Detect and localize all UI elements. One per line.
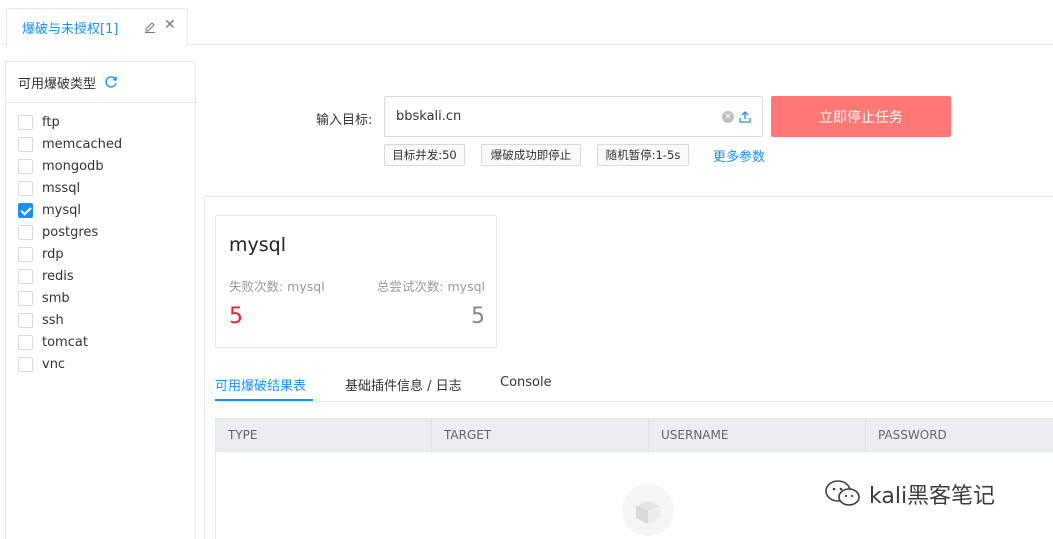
random-pause-tag[interactable]: 随机暂停:1-5s [597, 144, 689, 166]
tab-brute-force[interactable]: 爆破与未授权[1] ✕ [6, 8, 188, 46]
target-value: bbskali.cn [396, 109, 462, 124]
checkbox[interactable] [18, 356, 33, 372]
type-item-memcached[interactable]: memcached [6, 133, 195, 155]
brute-type-sidebar: 可用爆破类型 ftp memcached mongodb mssql mysql… [5, 61, 196, 539]
checkbox[interactable] [18, 224, 33, 240]
type-label: mysql [42, 202, 81, 218]
type-label: mongodb [42, 158, 104, 174]
more-params-link[interactable]: 更多参数 [713, 146, 765, 165]
brute-type-list: ftp memcached mongodb mssql mysql postgr… [6, 103, 195, 375]
type-item-vnc[interactable]: vnc [6, 353, 195, 375]
type-item-mysql[interactable]: mysql [6, 199, 195, 221]
checkbox[interactable] [18, 180, 33, 196]
table-header: TYPE TARGET USERNAME PASSWORD [216, 419, 1053, 452]
type-label: postgres [42, 224, 99, 240]
column-header-target[interactable]: TARGET [432, 419, 649, 452]
checkbox-checked[interactable] [18, 202, 33, 218]
total-count-value: 5 [471, 304, 485, 329]
type-label: smb [42, 290, 70, 306]
type-item-ssh[interactable]: ssh [6, 309, 195, 331]
type-label: redis [42, 268, 74, 284]
checkbox[interactable] [18, 158, 33, 174]
stop-on-success-tag[interactable]: 爆破成功即停止 [481, 144, 581, 166]
type-label: ssh [42, 312, 64, 328]
clear-icon[interactable]: ✕ [722, 111, 734, 123]
refresh-icon[interactable] [104, 75, 118, 89]
tab-console[interactable]: Console [500, 375, 552, 390]
sidebar-title: 可用爆破类型 [18, 76, 97, 92]
type-item-tomcat[interactable]: tomcat [6, 331, 195, 353]
fail-count-label: 失败次数: mysql [229, 279, 325, 294]
upload-icon[interactable] [739, 110, 751, 124]
wechat-icon [825, 480, 860, 506]
checkbox[interactable] [18, 246, 33, 262]
tab-title: 爆破与未授权[1] [22, 21, 119, 37]
type-label: vnc [42, 356, 66, 372]
type-label: tomcat [42, 334, 88, 350]
type-item-ftp[interactable]: ftp [6, 111, 195, 133]
type-item-mssql[interactable]: mssql [6, 177, 195, 199]
type-item-smb[interactable]: smb [6, 287, 195, 309]
concurrency-tag[interactable]: 目标并发:50 [384, 144, 465, 166]
type-label: memcached [42, 136, 123, 152]
type-label: mssql [42, 180, 81, 196]
checkbox[interactable] [18, 136, 33, 152]
empty-box-icon [622, 484, 674, 536]
column-header-password[interactable]: PASSWORD [866, 419, 1053, 452]
active-tab-indicator [215, 399, 313, 401]
watermark: kali黑客笔记 [823, 478, 995, 510]
card-title: mysql [229, 234, 286, 256]
target-label: 输入目标: [316, 113, 373, 128]
stat-card: mysql 失败次数: mysql 总尝试次数: mysql 5 5 [215, 215, 497, 348]
stop-task-button[interactable]: 立即停止任务 [771, 96, 951, 137]
type-label: ftp [42, 114, 60, 130]
column-header-username[interactable]: USERNAME [649, 419, 866, 452]
close-icon[interactable]: ✕ [164, 18, 176, 32]
result-tabs: 可用爆破结果表 基础插件信息 / 日志 Console [215, 370, 1053, 402]
checkbox[interactable] [18, 312, 33, 328]
type-label: rdp [42, 246, 64, 262]
edit-icon[interactable] [144, 19, 156, 33]
watermark-text: kali黑客笔记 [869, 484, 996, 509]
tab-results[interactable]: 可用爆破结果表 [215, 375, 306, 394]
tab-plugin-log[interactable]: 基础插件信息 / 日志 [345, 375, 462, 394]
type-item-rdp[interactable]: rdp [6, 243, 195, 265]
tab-bar: 爆破与未授权[1] ✕ [0, 0, 1053, 46]
column-header-type[interactable]: TYPE [216, 419, 432, 452]
type-item-redis[interactable]: redis [6, 265, 195, 287]
type-item-mongodb[interactable]: mongodb [6, 155, 195, 177]
checkbox[interactable] [18, 114, 33, 130]
type-item-postgres[interactable]: postgres [6, 221, 195, 243]
sidebar-header: 可用爆破类型 [6, 62, 195, 103]
checkbox[interactable] [18, 268, 33, 284]
fail-count-value: 5 [229, 304, 243, 329]
checkbox[interactable] [18, 334, 33, 350]
total-count-label: 总尝试次数: mysql [376, 279, 485, 294]
target-input[interactable]: bbskali.cn ✕ [384, 96, 763, 137]
checkbox[interactable] [18, 290, 33, 306]
